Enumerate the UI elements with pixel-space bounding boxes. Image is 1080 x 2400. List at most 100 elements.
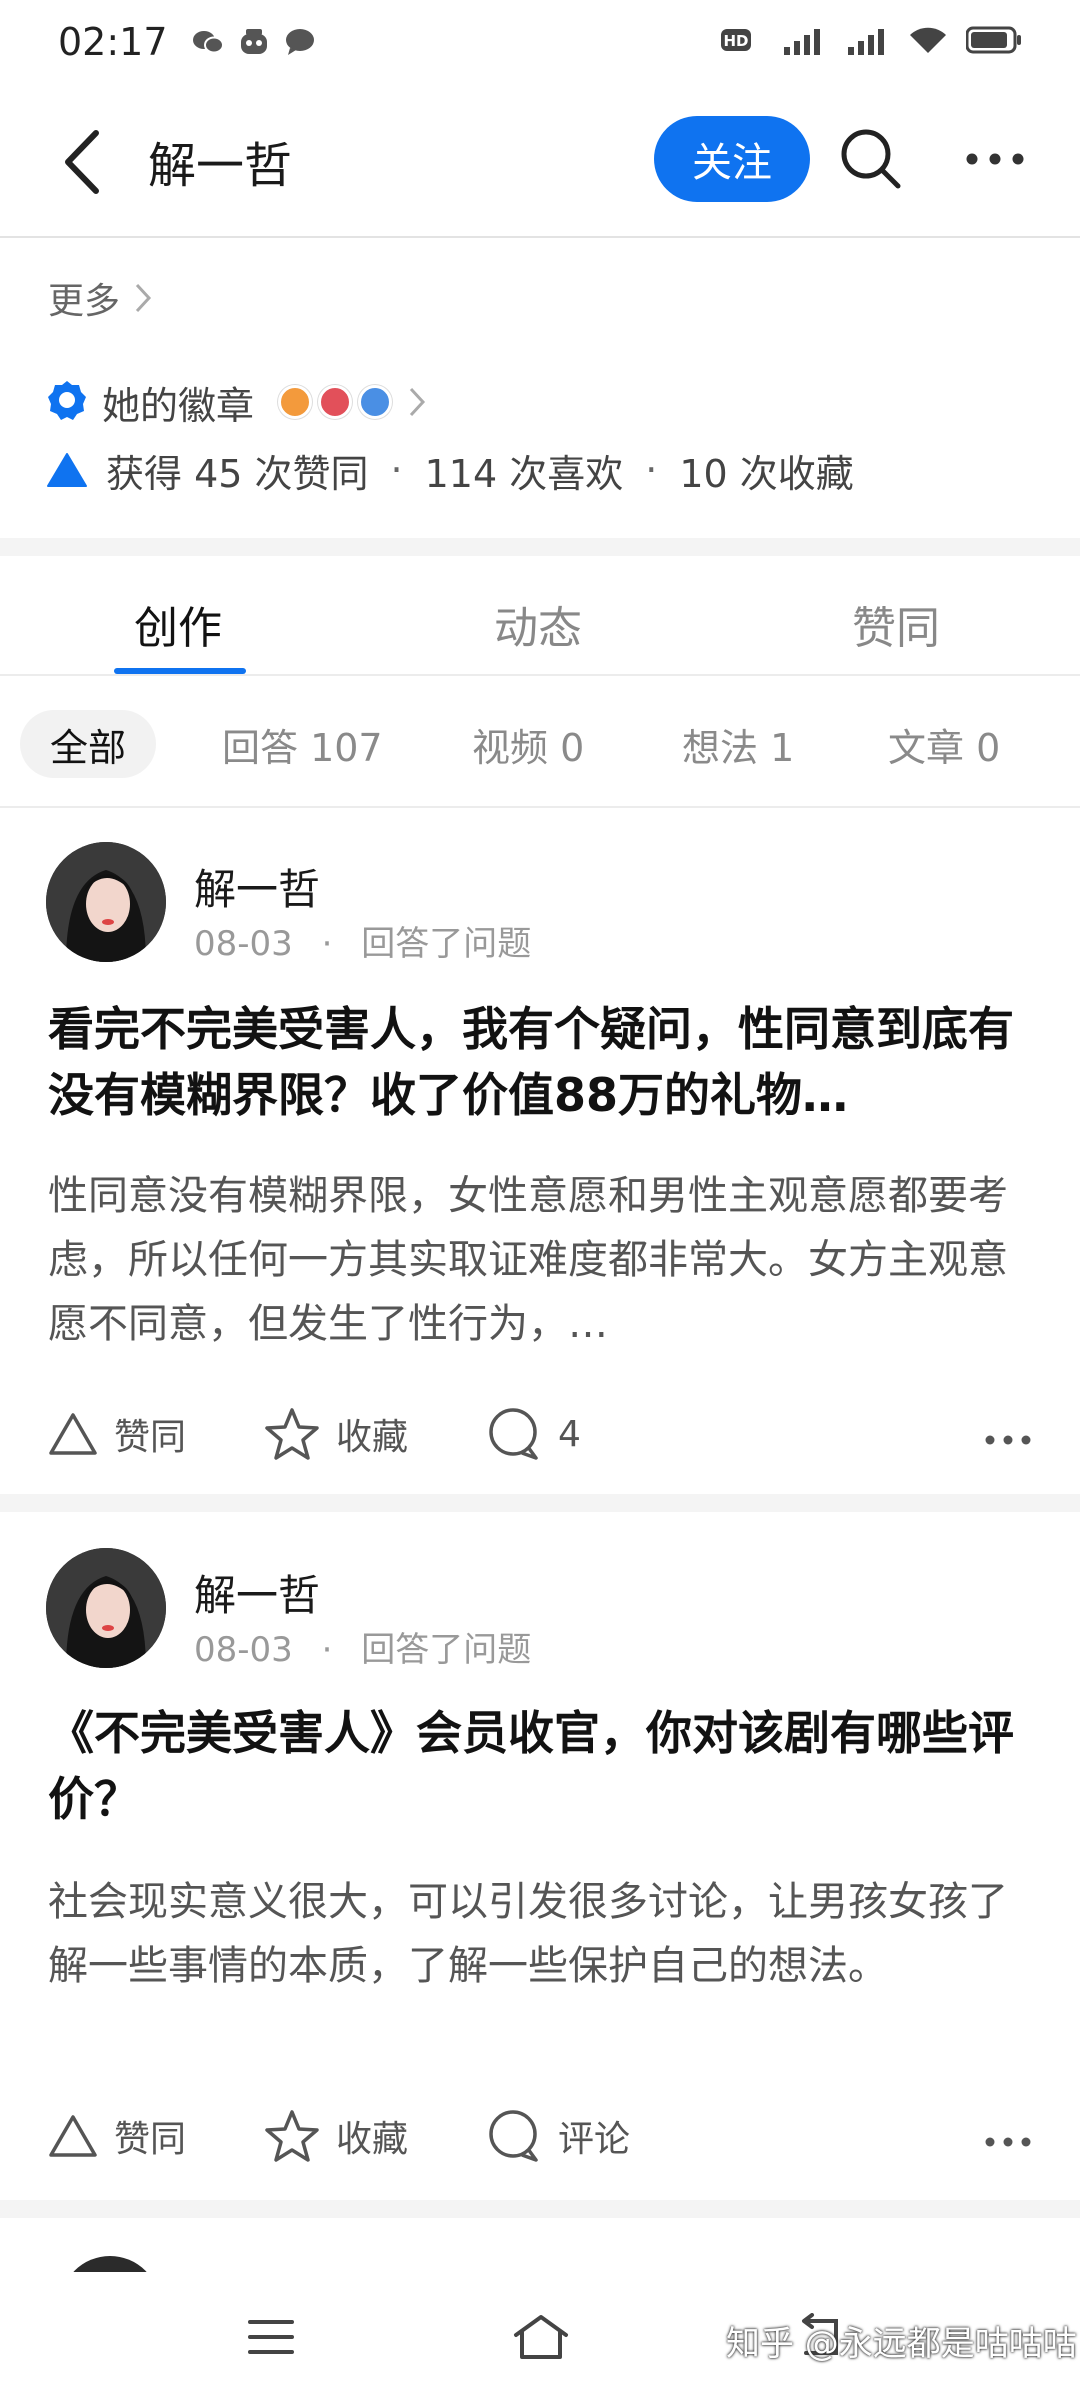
post-date: 08-03 [194,1630,293,1670]
page-title: 解一哲 [148,138,293,194]
filter-articles[interactable]: 文章 0 [888,710,1000,778]
post-actions: 赞同 收藏 4 [48,1394,1032,1474]
chevron-right-icon [135,283,152,313]
badges-label: 她的徽章 [102,383,255,428]
post-action: 回答了问题 [361,1630,532,1670]
favorite-button[interactable]: 收藏 [264,2109,408,2163]
menu-nav-button[interactable] [236,2302,306,2372]
badges-row[interactable]: 她的徽章 [46,372,426,432]
wifi-icon [908,23,948,61]
favorite-button[interactable]: 收藏 [264,1407,408,1461]
robot-app-icon [238,28,270,56]
comment-icon [489,1408,538,1460]
comment-button[interactable]: 评论 [486,2109,630,2163]
message-bubble-icon [284,28,316,56]
follow-button[interactable]: 关注 [654,116,810,202]
watermark: 知乎 @永远都是咕咕咕 [726,2324,1077,2364]
post-more-button[interactable] [984,1414,1032,1455]
signal-4g-icon-2 [844,23,890,61]
status-time: 02:17 [58,20,168,64]
stat-likes: 获得 45 次赞同 [106,451,369,496]
active-tab-indicator [114,668,246,674]
home-icon [514,2315,568,2359]
post-more-button[interactable] [984,2116,1032,2157]
tab-upvotes[interactable]: 赞同 [852,592,940,656]
more-horizontal-icon [985,2137,1031,2146]
stat-separator: · [390,448,403,492]
author-name[interactable]: 解一哲 [194,1562,320,1623]
comment-icon [489,2110,538,2162]
post-meta: 08-03 · 回答了问题 [194,916,531,965]
tab-activity[interactable]: 动态 [494,592,582,656]
top-app-bar: 解一哲 关注 [0,84,1080,238]
home-nav-button[interactable] [506,2302,576,2372]
meta-separator: · [321,1630,333,1670]
status-system-icons: HD [720,23,1022,61]
more-horizontal-icon [985,1435,1031,1444]
section-divider [0,1494,1080,1512]
stat-loves: 114 次喜欢 [424,451,624,496]
post-action: 回答了问题 [361,924,532,964]
upvote-icon [49,1413,97,1455]
star-icon [265,1408,319,1460]
battery-icon [965,25,1022,59]
search-icon [841,129,901,189]
stat-separator: · [645,448,658,492]
status-notification-icons [192,28,316,56]
wechat-icon [192,28,224,56]
post-card[interactable]: 解一哲 08-03 · 回答了问题 《不完美受害人》会员收官，你对该剧有哪些评价… [0,1512,1080,2200]
more-profile-label: 更多 [48,281,121,322]
post-card[interactable]: 解一哲 08-03 · 回答了问题 看完不完美受害人，我有个疑问，性同意到底有没… [0,810,1080,1494]
post-date: 08-03 [194,924,293,964]
favorite-label: 收藏 [336,1417,409,1458]
back-arrow-icon [65,130,99,194]
more-horizontal-icon [966,153,1024,165]
triangle-like-icon [47,453,87,487]
meta-separator: · [321,924,333,964]
profile-stats: 获得 45 次赞同 · 114 次喜欢 · 10 次收藏 [46,440,854,500]
post-title[interactable]: 看完不完美受害人，我有个疑问，性同意到底有没有模糊界限？收了价值88万的礼物… [48,996,1032,1128]
status-bar: 02:17 HD [0,0,1080,84]
avatar[interactable] [46,1548,166,1668]
tab-creations[interactable]: 创作 [134,592,222,656]
filter-answers[interactable]: 回答 107 [222,710,383,778]
filter-all[interactable]: 全部 [20,710,157,778]
avatar-image [46,842,166,962]
star-icon [265,2110,319,2162]
filter-videos[interactable]: 视频 0 [472,710,584,778]
section-divider [0,538,1080,556]
badge-red-icon [318,385,353,419]
comment-count: 4 [558,1413,581,1455]
chevron-right-icon [409,387,426,417]
section-divider [0,2200,1080,2218]
more-profile-link[interactable]: 更多 [48,272,152,324]
hd-icon: HD [720,23,762,61]
more-options-button[interactable] [960,124,1030,194]
post-title[interactable]: 《不完美受害人》会员收官，你对该剧有哪些评价？ [48,1700,1032,1832]
favorite-label: 收藏 [336,2119,409,2160]
badge-orange-icon [278,385,313,419]
badge-medal-icon [48,381,86,420]
post-excerpt[interactable]: 社会现实意义很大，可以引发很多讨论，让男孩女孩了解一些事情的本质，了解一些保护自… [48,1870,1028,1998]
comment-label: 评论 [558,2119,631,2160]
search-button[interactable] [836,124,906,194]
avatar-image [46,1548,166,1668]
upvote-button[interactable]: 赞同 [48,1408,186,1460]
upvote-label: 赞同 [114,1417,187,1458]
filter-chips: 全部 回答 107 视频 0 想法 1 文章 0 [0,676,1080,808]
post-actions: 赞同 收藏 评论 [48,2096,1032,2176]
post-excerpt[interactable]: 性同意没有模糊界限，女性意愿和男性主观意愿都要考虑，所以任何一方其实取证难度都非… [48,1164,1028,1356]
filter-thoughts[interactable]: 想法 1 [682,710,794,778]
svg-text:HD: HD [723,32,748,50]
back-button[interactable] [52,122,112,202]
menu-icon [248,2320,294,2354]
upvote-button[interactable]: 赞同 [48,2110,186,2162]
avatar[interactable] [46,842,166,962]
stat-favorites: 10 次收藏 [679,451,854,496]
badge-blue-icon [358,385,393,419]
comment-button[interactable]: 4 [486,1407,581,1461]
upvote-icon [49,2115,97,2157]
content-tabs: 创作 动态 赞同 [0,556,1080,676]
author-name[interactable]: 解一哲 [194,856,320,917]
post-meta: 08-03 · 回答了问题 [194,1622,531,1671]
